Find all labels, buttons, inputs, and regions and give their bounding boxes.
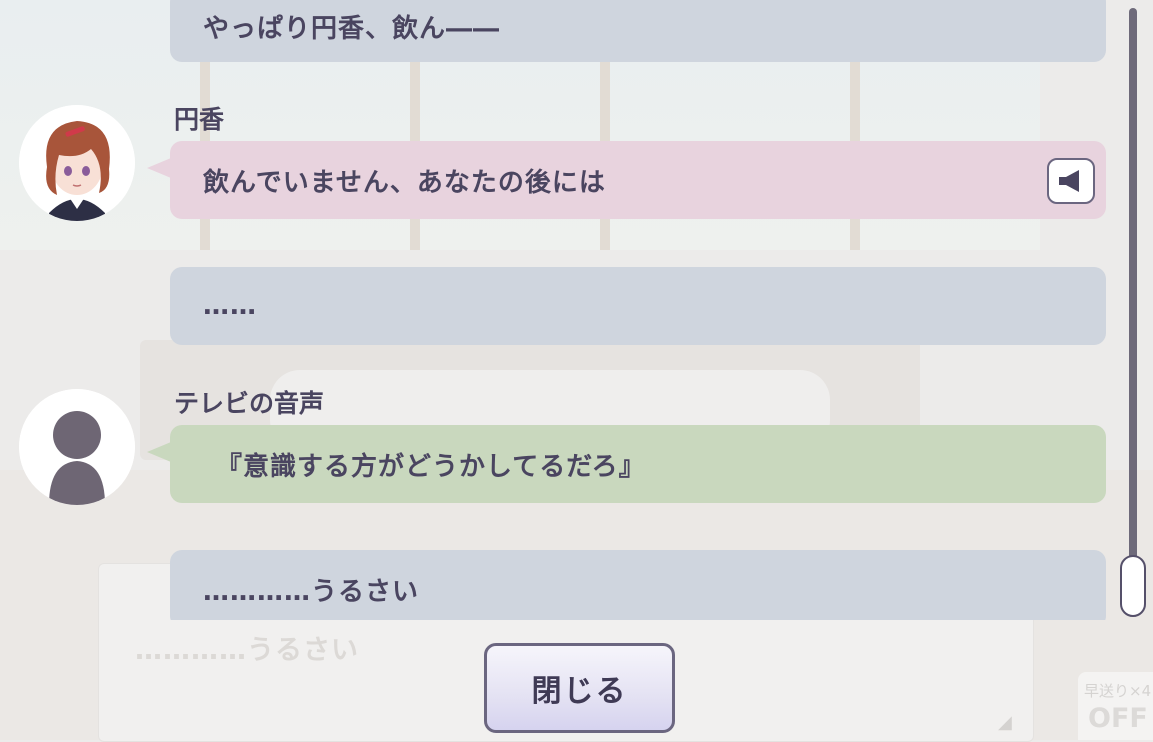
bubble-tail bbox=[147, 442, 171, 462]
log-entry-narration: …… bbox=[170, 267, 1106, 345]
bubble-tail bbox=[147, 158, 171, 178]
dialogue-log[interactable]: やっぱり円香、飲ん―― 円香 飲んでいません、あなたの後には …… テレビの音声… bbox=[0, 0, 1120, 620]
log-entry-other: 『意識する方がどうかしてるだろ』 bbox=[170, 425, 1106, 503]
unknown-avatar bbox=[19, 389, 135, 505]
log-entry-text: …… bbox=[203, 291, 257, 321]
silhouette-icon bbox=[19, 389, 135, 505]
close-button[interactable]: 閉じる bbox=[484, 643, 675, 733]
speaker-name: テレビの音声 bbox=[174, 389, 325, 418]
log-entry-text: 『意識する方がどうかしてるだろ』 bbox=[216, 451, 646, 482]
speaker-name: 円香 bbox=[174, 105, 225, 134]
scrollbar-thumb[interactable] bbox=[1120, 555, 1146, 617]
madoka-portrait-icon bbox=[19, 105, 135, 221]
voice-replay-button[interactable] bbox=[1047, 158, 1095, 204]
log-entry-text: …………うるさい bbox=[203, 576, 420, 607]
log-entry-narration: …………うるさい bbox=[170, 550, 1106, 620]
log-entry-text: やっぱり円香、飲ん―― bbox=[203, 13, 501, 44]
speaker-icon bbox=[1059, 170, 1079, 192]
close-button-label: 閉じる bbox=[531, 674, 628, 709]
next-arrow-icon: ◢ bbox=[998, 712, 1012, 733]
fast-forward-label: 早送り×4 bbox=[1084, 682, 1152, 700]
log-entry-character: 飲んでいません、あなたの後には bbox=[170, 141, 1106, 219]
log-entry-text: 飲んでいません、あなたの後には bbox=[203, 167, 606, 198]
scrollbar-track[interactable] bbox=[1129, 8, 1137, 606]
underlying-dialogue-text: …………うるさい bbox=[135, 635, 359, 666]
log-entry-narration: やっぱり円香、飲ん―― bbox=[170, 0, 1106, 62]
character-avatar bbox=[19, 105, 135, 221]
fast-forward-value: OFF bbox=[1088, 703, 1148, 734]
